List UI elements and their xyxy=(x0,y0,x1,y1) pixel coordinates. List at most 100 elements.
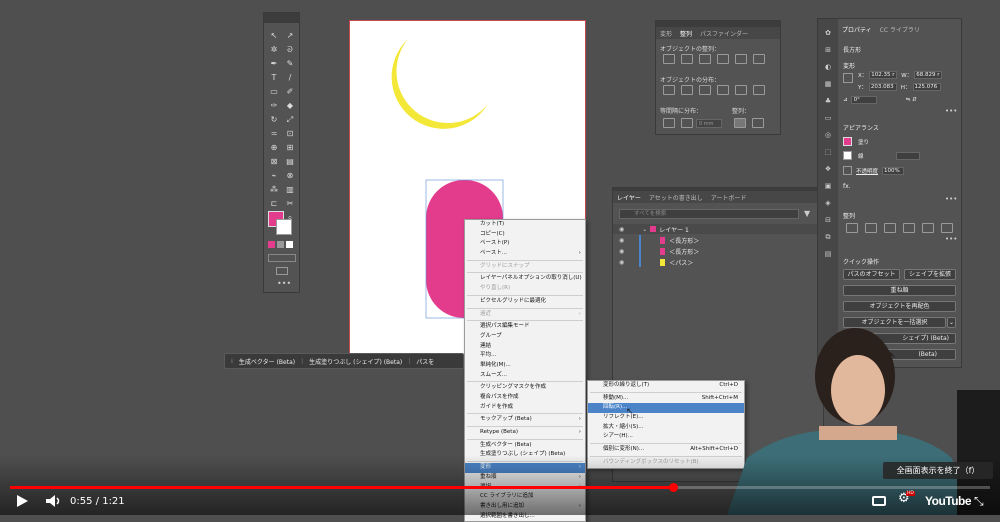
menu-item[interactable]: Retype (Beta) › xyxy=(465,428,585,438)
menu-item[interactable]: コピー(C) xyxy=(465,230,585,240)
paintbrush-icon[interactable]: ✐ xyxy=(285,87,295,97)
screen-mode-icon[interactable] xyxy=(276,267,288,275)
selection-tool-icon[interactable]: ↖ xyxy=(269,31,279,41)
curvature-icon[interactable]: ✎ xyxy=(285,59,295,69)
recolor-button[interactable]: オブジェクトを再配色 xyxy=(843,301,956,312)
menu-item[interactable]: 単純化(M)... xyxy=(465,361,585,371)
youtube-logo[interactable]: YouTube xyxy=(925,494,972,508)
more-options-icon[interactable]: ••• xyxy=(945,107,957,115)
spacing-h-icon[interactable] xyxy=(681,118,693,128)
fill-swatch-small[interactable] xyxy=(843,137,852,146)
mesh-icon[interactable]: ⊠ xyxy=(269,157,279,167)
symbol-sprayer-icon[interactable]: ⁂ xyxy=(269,185,279,195)
generative-vector-button[interactable]: 生成ベクター (Beta) xyxy=(239,357,295,366)
menu-item[interactable]: レイヤーパネルオプションの取り消し(U) xyxy=(465,274,585,284)
reference-point-icon[interactable] xyxy=(843,73,853,83)
align-objects-icons[interactable] xyxy=(660,54,768,64)
draw-mode-icons[interactable] xyxy=(268,254,296,262)
shaper-icon[interactable]: ✑ xyxy=(269,101,279,111)
tab-artboards[interactable]: アートボード xyxy=(711,193,747,202)
tab-layers[interactable]: レイヤー xyxy=(617,193,641,202)
pen-tool-icon[interactable]: ✒ xyxy=(269,59,279,69)
play-button[interactable] xyxy=(14,493,30,509)
gradient-icon[interactable]: ▤ xyxy=(285,157,295,167)
magic-wand-icon[interactable]: ✲ xyxy=(269,45,279,55)
menu-item[interactable]: ペースト(P) xyxy=(465,239,585,249)
menu-item[interactable]: グループ xyxy=(465,332,585,342)
menu-item[interactable]: モックアップ (Beta) › xyxy=(465,415,585,425)
tab-align[interactable]: 整列 xyxy=(680,29,692,38)
width-tool-icon[interactable]: ≍ xyxy=(269,129,279,139)
lasso-icon[interactable]: ᘐ xyxy=(285,45,295,55)
type-tool-icon[interactable]: T xyxy=(269,73,279,83)
slice-tool-icon[interactable]: ✂ xyxy=(285,199,295,209)
direct-selection-tool-icon[interactable]: ↗ xyxy=(285,31,295,41)
flip-icon[interactable]: ⇋ ⇵ xyxy=(906,97,917,103)
fx-label[interactable]: fx. xyxy=(843,183,851,190)
menu-item[interactable]: 連結 xyxy=(465,342,585,352)
align-icons[interactable] xyxy=(843,223,956,233)
menu-item[interactable]: スムーズ... xyxy=(465,371,585,381)
opacity-label[interactable]: 不透明度 xyxy=(856,167,878,175)
tab-transform[interactable]: 変形 xyxy=(660,29,672,38)
layer-item-row[interactable]: ◉ ＜パス＞ xyxy=(613,257,823,267)
y-field[interactable]: 203.083 xyxy=(868,83,897,91)
stroke-weight-field[interactable] xyxy=(895,151,920,160)
blend-icon[interactable]: ⊗ xyxy=(285,171,295,181)
visibility-eye-icon[interactable]: ◉ xyxy=(619,226,624,233)
menu-item[interactable]: 複合パスを作成 xyxy=(465,393,585,403)
drag-handle-icon[interactable]: ⁞ xyxy=(231,358,233,365)
tab-asset-export[interactable]: アセットの書き出し xyxy=(649,193,703,202)
menu-item[interactable]: シアー(H)... xyxy=(588,432,744,442)
menu-item[interactable]: 回転(R)... xyxy=(588,403,744,414)
eyedropper-icon[interactable]: ⌁ xyxy=(269,171,279,181)
h-field[interactable]: 125.076 xyxy=(912,83,941,91)
stroke-swatch[interactable] xyxy=(276,219,292,235)
menu-item[interactable]: ペースト... › xyxy=(465,249,585,259)
rotate-tool-icon[interactable]: ↻ xyxy=(269,115,279,125)
menu-item[interactable]: カット(T) xyxy=(465,220,585,230)
tab-properties[interactable]: プロパティ xyxy=(842,25,872,34)
opacity-field[interactable]: 100% xyxy=(882,166,905,175)
tab-cc-libraries[interactable]: CC ライブラリ xyxy=(880,25,920,34)
spacing-v-icon[interactable] xyxy=(663,118,675,128)
filter-icon[interactable]: ▼ xyxy=(804,209,810,218)
path-offset-button[interactable]: パスのオフセット xyxy=(843,269,900,280)
layer-item-row[interactable]: ◉ ＜長方形＞ xyxy=(613,235,823,245)
path-button[interactable]: パスを xyxy=(416,357,434,366)
stroke-swatch-small[interactable] xyxy=(843,151,852,160)
x-field[interactable]: 102.35 r xyxy=(869,71,898,79)
distribute-objects-icons[interactable] xyxy=(660,85,768,95)
volume-button[interactable] xyxy=(44,493,62,509)
expand-chevron-icon[interactable]: ⌄ xyxy=(642,226,647,233)
menu-item[interactable]: リフレクト(E)... xyxy=(588,413,744,423)
stroke-row[interactable]: 線 xyxy=(843,151,920,160)
eraser-icon[interactable]: ◆ xyxy=(285,101,295,111)
w-field[interactable]: 68.829 r xyxy=(914,71,943,79)
shape-builder-icon[interactable]: ⊕ xyxy=(269,143,279,153)
scale-tool-icon[interactable]: ⤢ xyxy=(285,115,295,125)
graph-tool-icon[interactable]: ▥ xyxy=(285,185,295,195)
tab-pathfinder[interactable]: パスファインダー xyxy=(700,29,748,38)
color-mode-icons[interactable] xyxy=(268,241,296,248)
menu-item[interactable]: 個別に変形(N)... Alt+Shift+Ctrl+D xyxy=(588,445,744,455)
progress-bar[interactable] xyxy=(10,483,990,492)
menu-item[interactable]: 拡大・縮小(S)... xyxy=(588,423,744,433)
menu-item[interactable]: ピクセルグリッドに最適化 xyxy=(465,297,585,307)
exit-fullscreen-icon[interactable]: ⤡ xyxy=(974,494,984,509)
perspective-icon[interactable]: ⊞ xyxy=(285,143,295,153)
rectangle-tool-icon[interactable]: ▭ xyxy=(269,87,279,97)
shape-expand-button[interactable]: シェイプを拡張 xyxy=(904,269,956,280)
arrange-button[interactable]: 重ね順 xyxy=(843,285,956,296)
artboard-tool-icon[interactable]: ⊏ xyxy=(269,199,279,209)
menu-item[interactable]: 変形の繰り返し(T) Ctrl+D xyxy=(588,381,744,391)
spacing-field[interactable]: 0 mm xyxy=(696,118,722,128)
layers-search-input[interactable]: すべてを検索 xyxy=(619,209,799,219)
fill-row[interactable]: 塗り xyxy=(843,137,869,146)
menu-item[interactable]: 平均... xyxy=(465,351,585,361)
menu-item[interactable]: 選択パス編集モード xyxy=(465,322,585,332)
menu-item[interactable]: 移動(M)... Shift+Ctrl+M xyxy=(588,394,744,404)
layer-row[interactable]: ◉ ⌄ レイヤー 1 xyxy=(613,224,823,234)
align-options-icon[interactable] xyxy=(752,118,764,128)
more-options-icon[interactable]: ••• xyxy=(945,235,957,243)
